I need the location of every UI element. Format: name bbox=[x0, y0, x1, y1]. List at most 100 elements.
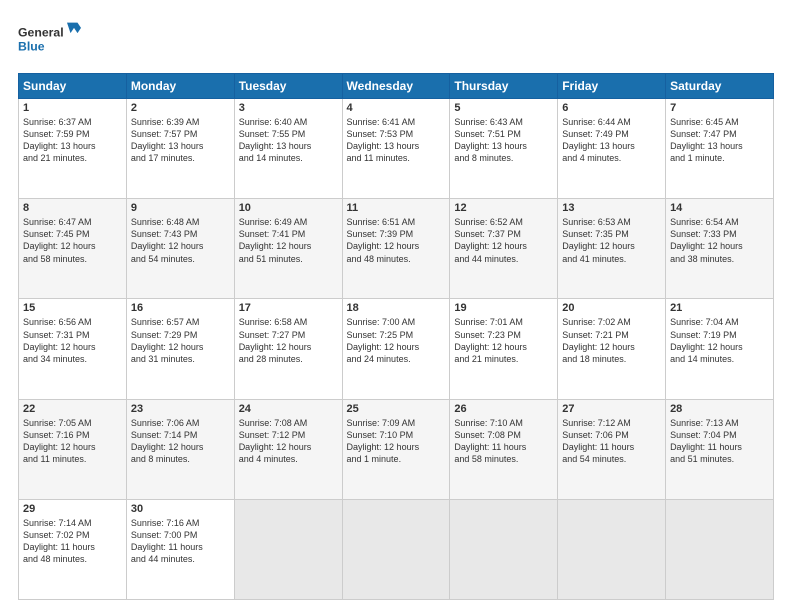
day-info: Sunrise: 6:47 AMSunset: 7:45 PMDaylight:… bbox=[23, 216, 122, 265]
day-info: Sunrise: 6:44 AMSunset: 7:49 PMDaylight:… bbox=[562, 116, 661, 165]
calendar-cell: 13 Sunrise: 6:53 AMSunset: 7:35 PMDayligh… bbox=[558, 199, 666, 299]
calendar-table: SundayMondayTuesdayWednesdayThursdayFrid… bbox=[18, 73, 774, 600]
calendar-cell: 29 Sunrise: 7:14 AMSunset: 7:02 PMDayligh… bbox=[19, 499, 127, 599]
day-number: 12 bbox=[454, 202, 553, 214]
day-info: Sunrise: 6:45 AMSunset: 7:47 PMDaylight:… bbox=[670, 116, 769, 165]
svg-text:Blue: Blue bbox=[18, 40, 45, 54]
day-number: 30 bbox=[131, 503, 230, 515]
day-info: Sunrise: 6:57 AMSunset: 7:29 PMDaylight:… bbox=[131, 316, 230, 365]
weekday-header-thursday: Thursday bbox=[450, 74, 558, 99]
day-info: Sunrise: 6:48 AMSunset: 7:43 PMDaylight:… bbox=[131, 216, 230, 265]
calendar-cell: 14 Sunrise: 6:54 AMSunset: 7:33 PMDayligh… bbox=[666, 199, 774, 299]
calendar-cell: 19 Sunrise: 7:01 AMSunset: 7:23 PMDayligh… bbox=[450, 299, 558, 399]
day-info: Sunrise: 7:06 AMSunset: 7:14 PMDaylight:… bbox=[131, 417, 230, 466]
day-info: Sunrise: 7:01 AMSunset: 7:23 PMDaylight:… bbox=[454, 316, 553, 365]
day-number: 13 bbox=[562, 202, 661, 214]
weekday-header-monday: Monday bbox=[126, 74, 234, 99]
calendar-cell: 25 Sunrise: 7:09 AMSunset: 7:10 PMDayligh… bbox=[342, 399, 450, 499]
day-number: 25 bbox=[347, 403, 446, 415]
day-number: 26 bbox=[454, 403, 553, 415]
weekday-header-tuesday: Tuesday bbox=[234, 74, 342, 99]
day-number: 1 bbox=[23, 102, 122, 114]
day-number: 29 bbox=[23, 503, 122, 515]
day-number: 7 bbox=[670, 102, 769, 114]
day-number: 4 bbox=[347, 102, 446, 114]
day-info: Sunrise: 6:56 AMSunset: 7:31 PMDaylight:… bbox=[23, 316, 122, 365]
day-number: 3 bbox=[239, 102, 338, 114]
day-info: Sunrise: 6:54 AMSunset: 7:33 PMDaylight:… bbox=[670, 216, 769, 265]
day-info: Sunrise: 6:43 AMSunset: 7:51 PMDaylight:… bbox=[454, 116, 553, 165]
calendar-cell: 4 Sunrise: 6:41 AMSunset: 7:53 PMDaylight… bbox=[342, 99, 450, 199]
calendar-cell bbox=[558, 499, 666, 599]
calendar-cell: 7 Sunrise: 6:45 AMSunset: 7:47 PMDaylight… bbox=[666, 99, 774, 199]
weekday-header-row: SundayMondayTuesdayWednesdayThursdayFrid… bbox=[19, 74, 774, 99]
day-info: Sunrise: 6:51 AMSunset: 7:39 PMDaylight:… bbox=[347, 216, 446, 265]
calendar-cell: 16 Sunrise: 6:57 AMSunset: 7:29 PMDayligh… bbox=[126, 299, 234, 399]
day-info: Sunrise: 6:40 AMSunset: 7:55 PMDaylight:… bbox=[239, 116, 338, 165]
calendar-cell: 18 Sunrise: 7:00 AMSunset: 7:25 PMDayligh… bbox=[342, 299, 450, 399]
day-number: 24 bbox=[239, 403, 338, 415]
day-info: Sunrise: 6:41 AMSunset: 7:53 PMDaylight:… bbox=[347, 116, 446, 165]
day-number: 9 bbox=[131, 202, 230, 214]
day-info: Sunrise: 7:02 AMSunset: 7:21 PMDaylight:… bbox=[562, 316, 661, 365]
calendar-cell: 12Sunrise: 6:52 AMSunset: 7:37 PMDayligh… bbox=[450, 199, 558, 299]
day-number: 8 bbox=[23, 202, 122, 214]
day-number: 19 bbox=[454, 302, 553, 314]
day-info: Sunrise: 7:04 AMSunset: 7:19 PMDaylight:… bbox=[670, 316, 769, 365]
day-info: Sunrise: 7:05 AMSunset: 7:16 PMDaylight:… bbox=[23, 417, 122, 466]
calendar-cell: 11 Sunrise: 6:51 AMSunset: 7:39 PMDayligh… bbox=[342, 199, 450, 299]
calendar-cell: 9 Sunrise: 6:48 AMSunset: 7:43 PMDaylight… bbox=[126, 199, 234, 299]
day-info: Sunrise: 6:53 AMSunset: 7:35 PMDaylight:… bbox=[562, 216, 661, 265]
calendar-cell: 22 Sunrise: 7:05 AMSunset: 7:16 PMDayligh… bbox=[19, 399, 127, 499]
day-info: Sunrise: 7:00 AMSunset: 7:25 PMDaylight:… bbox=[347, 316, 446, 365]
calendar-cell bbox=[666, 499, 774, 599]
week-row-5: 29 Sunrise: 7:14 AMSunset: 7:02 PMDayligh… bbox=[19, 499, 774, 599]
calendar-cell: 28Sunrise: 7:13 AMSunset: 7:04 PMDayligh… bbox=[666, 399, 774, 499]
calendar-cell: 24 Sunrise: 7:08 AMSunset: 7:12 PMDayligh… bbox=[234, 399, 342, 499]
day-info: Sunrise: 7:16 AMSunset: 7:00 PMDaylight:… bbox=[131, 517, 230, 566]
day-info: Sunrise: 6:37 AMSunset: 7:59 PMDaylight:… bbox=[23, 116, 122, 165]
page: General Blue SundayMondayTuesdayWednesda… bbox=[0, 0, 792, 612]
day-number: 14 bbox=[670, 202, 769, 214]
day-number: 5 bbox=[454, 102, 553, 114]
day-number: 11 bbox=[347, 202, 446, 214]
calendar-cell: 10Sunrise: 6:49 AMSunset: 7:41 PMDayligh… bbox=[234, 199, 342, 299]
day-info: Sunrise: 7:14 AMSunset: 7:02 PMDaylight:… bbox=[23, 517, 122, 566]
day-number: 2 bbox=[131, 102, 230, 114]
calendar-cell: 8 Sunrise: 6:47 AMSunset: 7:45 PMDaylight… bbox=[19, 199, 127, 299]
week-row-3: 15 Sunrise: 6:56 AMSunset: 7:31 PMDayligh… bbox=[19, 299, 774, 399]
day-number: 10 bbox=[239, 202, 338, 214]
day-number: 16 bbox=[131, 302, 230, 314]
calendar-cell: 1 Sunrise: 6:37 AMSunset: 7:59 PMDaylight… bbox=[19, 99, 127, 199]
calendar-cell: 2Sunrise: 6:39 AMSunset: 7:57 PMDaylight… bbox=[126, 99, 234, 199]
week-row-1: 1 Sunrise: 6:37 AMSunset: 7:59 PMDaylight… bbox=[19, 99, 774, 199]
svg-text:General: General bbox=[18, 26, 64, 40]
day-info: Sunrise: 7:10 AMSunset: 7:08 PMDaylight:… bbox=[454, 417, 553, 466]
day-info: Sunrise: 7:08 AMSunset: 7:12 PMDaylight:… bbox=[239, 417, 338, 466]
day-info: Sunrise: 7:09 AMSunset: 7:10 PMDaylight:… bbox=[347, 417, 446, 466]
calendar-cell: 20 Sunrise: 7:02 AMSunset: 7:21 PMDayligh… bbox=[558, 299, 666, 399]
calendar-cell: 30 Sunrise: 7:16 AMSunset: 7:00 PMDayligh… bbox=[126, 499, 234, 599]
day-number: 18 bbox=[347, 302, 446, 314]
weekday-header-saturday: Saturday bbox=[666, 74, 774, 99]
calendar-cell bbox=[450, 499, 558, 599]
calendar-cell: 17 Sunrise: 6:58 AMSunset: 7:27 PMDayligh… bbox=[234, 299, 342, 399]
calendar-cell: 23Sunrise: 7:06 AMSunset: 7:14 PMDayligh… bbox=[126, 399, 234, 499]
logo: General Blue bbox=[18, 18, 88, 63]
weekday-header-wednesday: Wednesday bbox=[342, 74, 450, 99]
week-row-4: 22 Sunrise: 7:05 AMSunset: 7:16 PMDayligh… bbox=[19, 399, 774, 499]
day-number: 20 bbox=[562, 302, 661, 314]
day-number: 22 bbox=[23, 403, 122, 415]
day-number: 21 bbox=[670, 302, 769, 314]
day-number: 15 bbox=[23, 302, 122, 314]
day-number: 6 bbox=[562, 102, 661, 114]
calendar-cell: 5 Sunrise: 6:43 AMSunset: 7:51 PMDaylight… bbox=[450, 99, 558, 199]
day-number: 17 bbox=[239, 302, 338, 314]
day-info: Sunrise: 6:58 AMSunset: 7:27 PMDaylight:… bbox=[239, 316, 338, 365]
day-info: Sunrise: 7:12 AMSunset: 7:06 PMDaylight:… bbox=[562, 417, 661, 466]
calendar-cell bbox=[342, 499, 450, 599]
day-number: 27 bbox=[562, 403, 661, 415]
calendar-cell: 27 Sunrise: 7:12 AMSunset: 7:06 PMDayligh… bbox=[558, 399, 666, 499]
day-info: Sunrise: 7:13 AMSunset: 7:04 PMDaylight:… bbox=[670, 417, 769, 466]
logo-svg: General Blue bbox=[18, 18, 88, 63]
